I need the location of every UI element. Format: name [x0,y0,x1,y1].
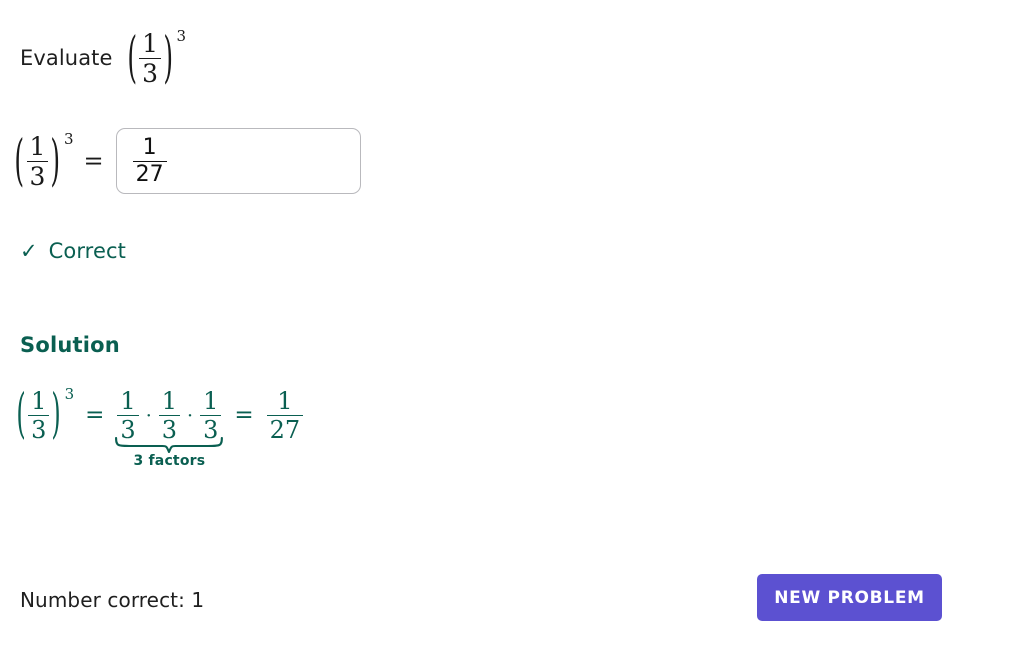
prompt-expression: ( 1 3 ) 3 [126,26,187,90]
equals-sign-first: = [85,401,105,428]
fraction-one-third: 1 3 [139,31,161,86]
left-paren: ( [126,26,137,90]
fraction-numerator: 1 [31,386,47,415]
feedback-row: ✓ Correct [20,237,126,265]
fraction-denominator: 3 [29,161,46,191]
right-paren: ) [51,384,62,446]
check-icon: ✓ [20,238,38,263]
fraction-one-third: 1 3 [28,386,50,444]
equals-sign-second: = [234,401,254,428]
exponent: 3 [176,26,187,45]
factor-fraction-1: 1 3 [117,386,139,444]
fraction-numerator: 1 [120,386,136,415]
answer-expression: ( 1 3 ) 3 [14,129,74,193]
fraction-denominator: 3 [120,415,136,444]
right-paren: ) [163,26,174,90]
prompt-label: Evaluate [20,46,113,70]
left-paren: ( [14,129,25,193]
answer-row: ( 1 3 ) 3 = 1 27 [14,122,361,200]
fraction-numerator: 1 [142,28,158,58]
exponent: 3 [64,129,74,148]
fraction-numerator: 1 [161,386,178,415]
fraction-numerator: 1 [29,131,46,161]
feedback-label: Correct [48,239,126,263]
fraction-denominator: 3 [142,58,158,88]
fraction-denominator: 3 [203,415,219,444]
fraction-one-third: 1 3 [26,131,49,191]
new-problem-button[interactable]: NEW PROBLEM [757,574,942,621]
solution-heading: Solution [20,333,120,357]
multiply-symbol: · [145,404,152,427]
answer-input[interactable]: 1 27 [115,128,361,194]
brace-label: 3 factors [133,452,206,469]
fraction-denominator: 27 [135,161,164,187]
exponent: 3 [64,384,75,403]
factor-group: 1 3 · 1 3 · 1 3 3 factors [115,386,223,468]
fraction-denominator: 27 [269,415,301,444]
fraction-numerator: 1 [142,134,157,160]
right-paren: ) [50,129,61,193]
result-fraction: 1 27 [266,386,304,444]
factor-fraction-3: 1 3 [200,386,222,444]
fraction-numerator: 1 [277,386,293,415]
score-label: Number correct: 1 [20,588,205,612]
multiply-symbol: · [187,404,194,427]
equals-sign: = [83,147,104,175]
left-paren: ( [16,384,26,446]
fraction-denominator: 3 [161,415,178,444]
prompt-row: Evaluate ( 1 3 ) 3 [20,22,186,94]
fraction-denominator: 3 [31,415,47,444]
solution-expression: ( 1 3 ) 3 = 1 3 · 1 3 · 1 3 3 factors = … [16,382,305,468]
answer-value-fraction: 1 27 [132,134,167,187]
fraction-numerator: 1 [203,386,219,415]
solution-body: ( 1 3 ) 3 = 1 3 · 1 3 · 1 3 3 factors = … [16,382,305,468]
factor-fraction-2: 1 3 [158,386,181,444]
